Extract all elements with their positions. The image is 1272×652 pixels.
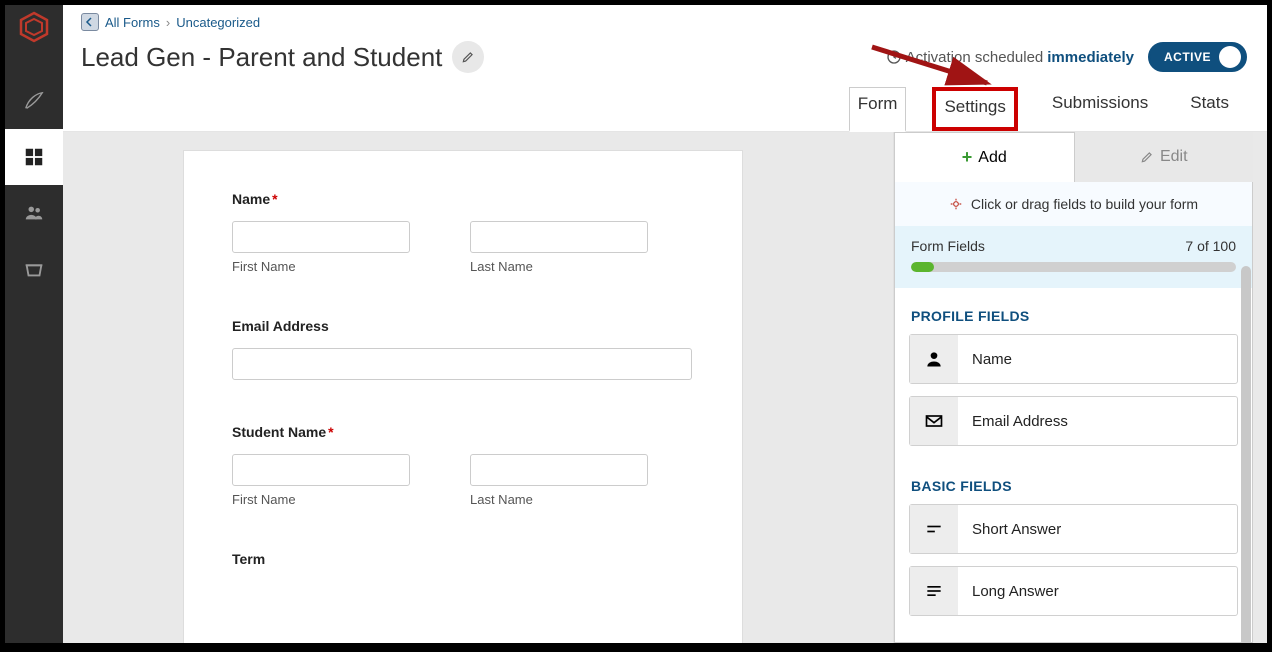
tile-long-answer[interactable]: Long Answer (909, 566, 1238, 616)
field-term[interactable]: Term (232, 551, 694, 567)
breadcrumb-category[interactable]: Uncategorized (176, 15, 260, 30)
plus-icon: + (962, 147, 973, 168)
long-text-icon (910, 567, 958, 615)
hint: Click or drag fields to build your form (895, 182, 1252, 226)
section-profile-fields: PROFILE FIELDS (895, 288, 1252, 334)
section-basic-fields: BASIC FIELDS (895, 458, 1252, 504)
active-toggle[interactable]: ACTIVE (1148, 42, 1247, 72)
topbar: All Forms › Uncategorized Lead Gen - Par… (63, 5, 1267, 73)
first-name-input[interactable] (232, 221, 410, 253)
nav-dashboard-icon[interactable] (5, 129, 63, 185)
sublabel: First Name (232, 259, 410, 274)
rpanel-tab-add[interactable]: + Add (894, 132, 1075, 182)
breadcrumb-back-button[interactable] (81, 13, 99, 31)
page-title: Lead Gen - Parent and Student (81, 42, 442, 73)
sublabel: First Name (232, 492, 410, 507)
envelope-icon (910, 397, 958, 445)
field-name[interactable]: Name* First Name Last Name (232, 191, 694, 274)
right-panel: + Add Edit Click or drag fields to build… (893, 132, 1253, 643)
form-canvas: Name* First Name Last Name (63, 132, 893, 643)
nav-archive-icon[interactable] (5, 241, 63, 297)
student-first-name-input[interactable] (232, 454, 410, 486)
clock-icon (886, 49, 902, 65)
toggle-knob (1219, 46, 1241, 68)
tile-email[interactable]: Email Address (909, 396, 1238, 446)
breadcrumb: All Forms › Uncategorized (81, 13, 1247, 31)
email-input[interactable] (232, 348, 692, 380)
pencil-icon (1140, 150, 1154, 164)
breadcrumb-all-forms[interactable]: All Forms (105, 15, 160, 30)
tab-submissions[interactable]: Submissions (1044, 87, 1156, 131)
last-name-input[interactable] (470, 221, 648, 253)
activation-status: Activation scheduled immediately (886, 49, 1134, 66)
student-last-name-input[interactable] (470, 454, 648, 486)
app-logo-icon (18, 11, 50, 43)
form-card: Name* First Name Last Name (183, 150, 743, 643)
tab-form[interactable]: Form (849, 87, 907, 132)
target-icon (949, 197, 963, 211)
tab-settings[interactable]: Settings (932, 87, 1017, 131)
sublabel: Last Name (470, 492, 648, 507)
short-text-icon (910, 505, 958, 553)
edit-title-button[interactable] (452, 41, 484, 73)
tile-name[interactable]: Name (909, 334, 1238, 384)
tile-short-answer[interactable]: Short Answer (909, 504, 1238, 554)
sublabel: Last Name (470, 259, 648, 274)
person-icon (910, 335, 958, 383)
field-email[interactable]: Email Address (232, 318, 694, 380)
fields-count: Form Fields 7 of 100 (895, 226, 1252, 288)
rpanel-tab-edit[interactable]: Edit (1075, 132, 1254, 182)
main-tabs: Form Settings Submissions Stats (63, 73, 1267, 132)
nav-compose-icon[interactable] (5, 73, 63, 129)
scrollbar[interactable] (1241, 266, 1251, 643)
nav-people-icon[interactable] (5, 185, 63, 241)
tab-stats[interactable]: Stats (1182, 87, 1237, 131)
progress-bar (911, 262, 1236, 272)
left-nav (5, 5, 63, 643)
field-student-name[interactable]: Student Name* First Name Last Name (232, 424, 694, 507)
